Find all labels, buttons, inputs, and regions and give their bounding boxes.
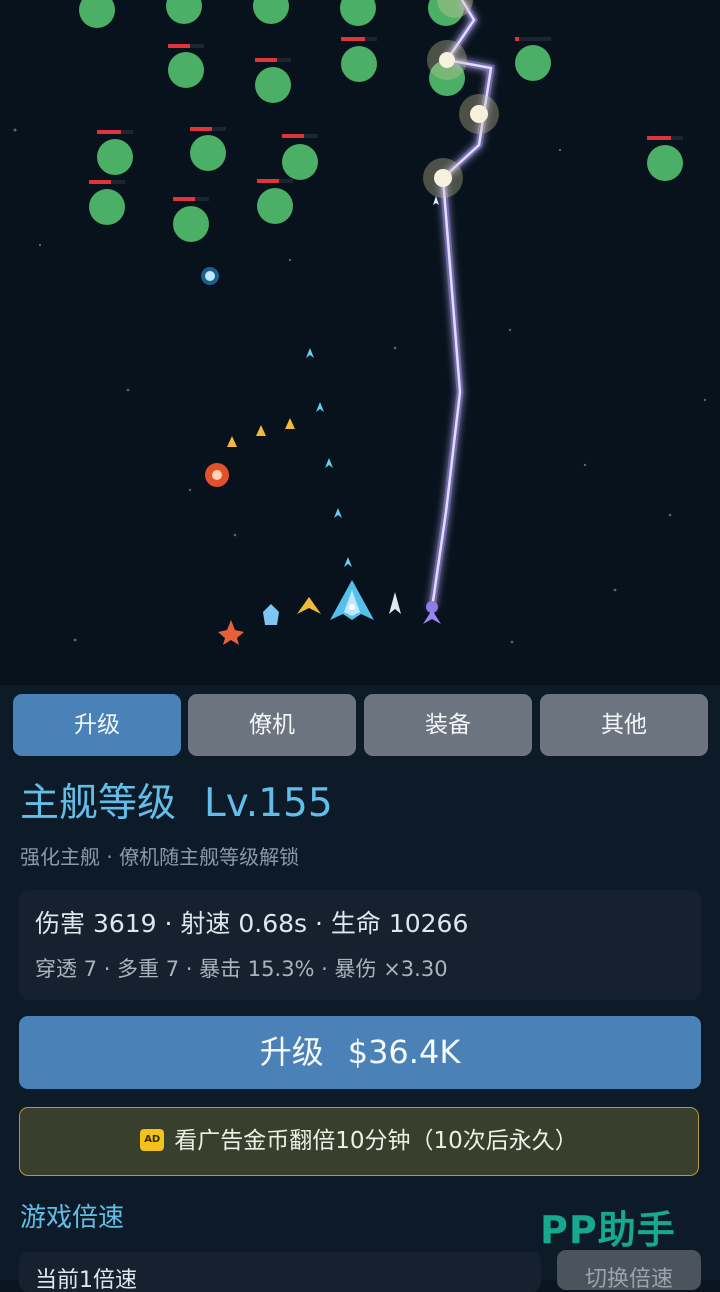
- tab-other[interactable]: 其他: [540, 694, 708, 756]
- tab-equipment[interactable]: 装备: [364, 694, 532, 756]
- wingman-blue-gem: [263, 604, 279, 625]
- tab-wingmen[interactable]: 僚机: [188, 694, 356, 756]
- game-canvas: [13, 0, 707, 645]
- primary-stats: 伤害 3619 · 射速 0.68s · 生命 10266: [35, 909, 469, 938]
- enemy: [257, 188, 293, 224]
- orb-pickup-blue: [201, 267, 219, 285]
- switch-speed-button[interactable]: 切换倍速: [557, 1250, 701, 1290]
- tab-upgrade[interactable]: 升级: [13, 694, 181, 756]
- enemy: [340, 0, 376, 26]
- yellow-bullets: [227, 418, 295, 447]
- enemy: [168, 52, 204, 88]
- enemy: [97, 139, 133, 175]
- hit-effects: [423, 0, 499, 198]
- ship-level-label: 主舰等级: [20, 781, 177, 826]
- game-speed-heading: 游戏倍速: [20, 1203, 125, 1233]
- ship-stats-card: 伤害 3619 · 射速 0.68s · 生命 10266 穿透 7 · 多重 …: [19, 890, 701, 1000]
- enemy: [79, 0, 115, 28]
- control-panel: 升级 僚机 装备 其他 主舰等级 Lv.155 强化主舰 · 僚机随主舰等级解锁 …: [0, 685, 720, 1292]
- secondary-stats: 穿透 7 · 多重 7 · 暴击 15.3% · 暴伤 ×3.30: [35, 957, 448, 981]
- wingman-yellow-chevron: [297, 597, 321, 614]
- orb-pickup-orange: [205, 463, 229, 487]
- ship-level-title: 主舰等级 Lv.155: [20, 780, 333, 828]
- current-speed-display: 当前1倍速: [19, 1252, 541, 1292]
- enemy: [190, 135, 226, 171]
- enemy: [253, 0, 289, 24]
- enemy: [282, 144, 318, 180]
- wingman-purple-tesla: [423, 601, 441, 624]
- player-ship: [330, 580, 374, 620]
- upgrade-button-label: 升级: [259, 1033, 324, 1071]
- ad-icon: AD: [140, 1128, 165, 1151]
- game-field[interactable]: [0, 0, 720, 685]
- watch-ad-button[interactable]: AD 看广告金币翻倍10分钟（10次后永久）: [19, 1107, 699, 1176]
- enemy: [89, 189, 125, 225]
- watch-ad-label: 看广告金币翻倍10分钟（10次后永久）: [174, 1128, 578, 1154]
- enemy: [166, 0, 202, 24]
- enemy: [647, 145, 683, 181]
- cyan-bullets: [306, 196, 439, 567]
- upgrade-button[interactable]: 升级 $36.4K: [19, 1016, 701, 1089]
- enemy: [173, 206, 209, 242]
- ship-level-subtitle: 强化主舰 · 僚机随主舰等级解锁: [20, 845, 300, 869]
- pp-assistant-watermark: PP助手: [540, 1208, 676, 1252]
- ship-level-value: Lv.155: [204, 781, 333, 826]
- upgrade-cost: $36.4K: [347, 1033, 461, 1071]
- enemy: [255, 67, 291, 103]
- enemy-formation: [79, 0, 683, 242]
- enemy: [341, 46, 377, 82]
- wingman-white-spike: [389, 592, 401, 614]
- enemy: [515, 45, 551, 81]
- wingman-orange-star: [218, 620, 244, 645]
